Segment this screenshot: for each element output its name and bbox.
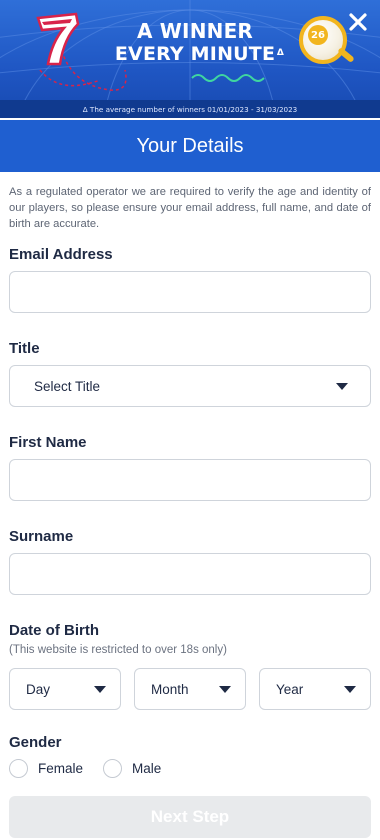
dob-selects: Day Month Year <box>9 668 371 710</box>
chevron-down-icon <box>219 685 231 693</box>
email-label: Email Address <box>9 246 113 263</box>
headline-mark: Δ <box>276 48 284 58</box>
intro-text: As a regulated operator we are required … <box>9 186 371 230</box>
email-field[interactable] <box>9 271 371 313</box>
page-title: Your Details <box>0 118 380 172</box>
gender-female-option[interactable]: Female <box>9 759 83 778</box>
gender-female-label: Female <box>38 761 84 776</box>
close-button[interactable] <box>346 10 370 34</box>
dob-day-value: Day <box>26 681 51 697</box>
dob-day-select[interactable]: Day <box>9 668 121 710</box>
gender-male-radio[interactable] <box>103 759 123 778</box>
title-select-value: Select Title <box>34 378 101 394</box>
bingo-ball-graphic: 26 <box>299 16 355 64</box>
bingo-ball: 26 <box>299 16 347 64</box>
dob-year-select[interactable]: Year <box>259 668 371 710</box>
gender-label: Gender <box>9 734 62 751</box>
first-name-field[interactable] <box>9 459 371 501</box>
headline-line-2: EVERY MINUTE Δ <box>110 43 284 66</box>
chevron-down-icon <box>344 685 356 693</box>
gender-options: Female Male <box>9 759 371 778</box>
gender-female-radio[interactable] <box>9 759 28 778</box>
promo-banner: A WINNER EVERY MINUTE Δ 26 Δ The average … <box>0 0 380 118</box>
surname-label: Surname <box>9 528 74 545</box>
headline-line-1: A WINNER <box>136 19 254 43</box>
title-label: Title <box>9 340 40 357</box>
dob-label: Date of Birth <box>9 622 99 639</box>
headline-line-2-text: EVERY MINUTE <box>114 43 276 65</box>
details-form: As a regulated operator we are required … <box>0 172 380 838</box>
gender-male-option[interactable]: Male <box>103 759 161 778</box>
dob-month-select[interactable]: Month <box>134 668 246 710</box>
gender-male-label: Male <box>132 761 162 776</box>
close-icon <box>349 13 367 31</box>
dob-year-value: Year <box>276 681 304 697</box>
dob-month-value: Month <box>151 681 189 697</box>
squiggle-graphic <box>191 74 265 82</box>
surname-field[interactable] <box>9 553 371 595</box>
bingo-ball-number: 26 <box>308 25 328 45</box>
first-name-label: First Name <box>9 434 87 451</box>
dob-hint: (This website is restricted to over 18s … <box>9 644 227 656</box>
chevron-down-icon <box>94 685 106 693</box>
banner-disclaimer: Δ The average number of winners 01/01/20… <box>0 100 380 118</box>
banner-headline: A WINNER EVERY MINUTE Δ <box>110 19 284 66</box>
lucky-seven-logo <box>36 12 80 66</box>
next-step-button[interactable]: Next Step <box>9 796 371 838</box>
chevron-down-icon <box>336 382 348 390</box>
title-select[interactable]: Select Title <box>9 365 371 407</box>
